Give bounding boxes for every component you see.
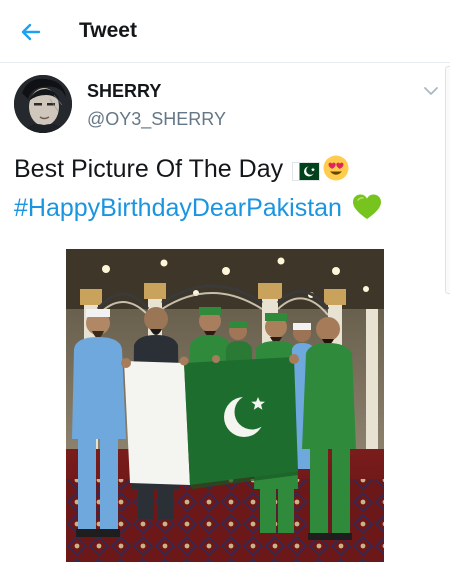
arrow-left-icon <box>21 23 41 41</box>
side-scroll-edge[interactable] <box>445 66 450 294</box>
heart-eyes-icon <box>322 154 350 191</box>
avatar[interactable] <box>14 75 72 133</box>
page-title: Tweet <box>79 19 137 42</box>
tweet-text: Best Picture Of The Day #HappyBirthdayDe… <box>14 152 434 230</box>
avatar-image <box>14 75 72 133</box>
green-heart-icon <box>351 193 383 230</box>
hashtag-link[interactable]: #HappyBirthdayDearPakistan <box>14 194 342 222</box>
author-handle[interactable]: @OY3_SHERRY <box>87 109 226 130</box>
back-button[interactable] <box>16 17 46 47</box>
tweet-photo[interactable] <box>66 249 384 562</box>
pakistan-flag-icon <box>292 157 320 191</box>
author-name[interactable]: SHERRY <box>87 81 161 102</box>
photo-image <box>66 249 384 562</box>
tweet-body: Best Picture Of The Day <box>14 155 284 183</box>
chevron-down-icon[interactable] <box>420 80 442 102</box>
top-bar: Tweet <box>0 0 450 63</box>
